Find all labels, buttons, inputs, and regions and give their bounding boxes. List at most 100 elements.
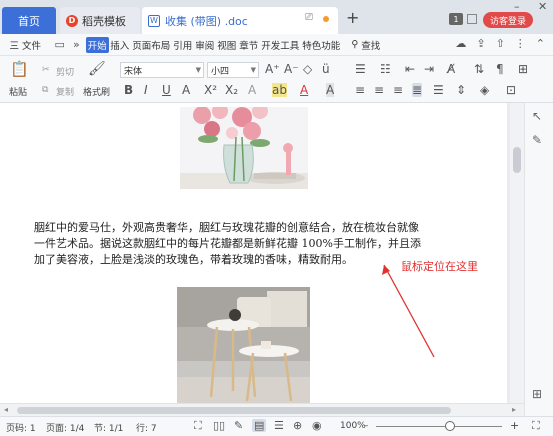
rose-vase-image[interactable] [180, 107, 308, 189]
tab-home[interactable]: 首页 [2, 7, 56, 34]
eye-protection-icon[interactable]: ◉ [312, 419, 322, 432]
borders-icon[interactable]: ⊡ [506, 83, 516, 97]
collapse-icon[interactable]: ⌃ [536, 37, 545, 50]
copy-icon[interactable]: ⧉ [42, 85, 48, 95]
distributed-align-icon[interactable]: ☰ [433, 83, 444, 97]
zoom-out-button[interactable]: – [364, 421, 369, 431]
superscript-icon[interactable]: X² [204, 83, 217, 97]
shading-icon[interactable]: ◈ [480, 83, 489, 97]
scroll-right-icon[interactable]: ▸ [512, 405, 516, 414]
new-tab-button[interactable]: + [346, 8, 359, 27]
write-mode-icon[interactable]: ✎ [234, 419, 243, 432]
horizontal-scroll-thumb[interactable] [17, 407, 451, 414]
zoom-slider-track[interactable] [376, 426, 502, 427]
menu-special[interactable]: 特色功能 [301, 38, 342, 52]
screen-icon[interactable]: ⎚ [305, 12, 313, 23]
paste-icon[interactable]: 📋 [10, 60, 29, 78]
highlight-icon[interactable]: ab [272, 83, 287, 97]
row-status[interactable]: 行: 7 [136, 421, 157, 434]
page-view-icon[interactable]: ▤ [252, 419, 267, 432]
format-painter-button[interactable]: 格式刷 [83, 85, 110, 98]
char-shading-icon[interactable]: A [326, 83, 335, 97]
fit-window-icon[interactable]: ⛶ [532, 419, 540, 433]
document-area[interactable]: 胭红中的爱马仕，外观高贵奢华，胭红与玫瑰花瓣的创意结合，放在梳妆台就像 一件艺术… [0, 103, 510, 403]
subscript-icon[interactable]: X₂ [225, 83, 238, 97]
window-count-badge[interactable]: 1 [449, 13, 463, 25]
format-painter-icon[interactable]: 🖌 [88, 61, 106, 77]
align-justify-icon[interactable]: ≣ [412, 83, 423, 97]
minimize-icon[interactable]: – [514, 0, 520, 13]
menu-view[interactable]: 视图 [216, 38, 238, 52]
pen-tool-icon[interactable]: ✎ [532, 133, 542, 147]
pages-status[interactable]: 页面: 1/4 [46, 421, 84, 434]
increase-indent-icon[interactable]: ⇥ [424, 62, 434, 76]
phonetic-icon[interactable]: ü [322, 62, 330, 76]
paragraph-line: 胭红中的爱马仕，外观高贵奢华，胭红与玫瑰花瓣的创意结合，放在梳妆台就像 [34, 221, 419, 234]
zoom-level[interactable]: 100% [340, 421, 366, 431]
text-effect-icon[interactable]: A [248, 83, 256, 97]
vertical-scrollbar[interactable] [510, 103, 524, 403]
tab-template[interactable]: D 稻壳模板 [60, 7, 140, 34]
font-size-select[interactable]: 小四 ▼ [207, 62, 259, 78]
underline-icon[interactable]: U [162, 83, 171, 97]
document-page[interactable]: 胭红中的爱马仕，外观高贵奢华，胭红与玫瑰花瓣的创意结合，放在梳妆台就像 一件艺术… [0, 103, 507, 403]
menu-review[interactable]: 审阅 [194, 38, 216, 52]
fullscreen-icon[interactable]: ⛶ [194, 419, 202, 433]
clear-format-icon[interactable]: ◇ [303, 62, 312, 76]
align-left-icon[interactable]: ≡ [355, 83, 365, 97]
zoom-in-button[interactable]: + [510, 419, 519, 432]
paste-button[interactable]: 粘贴 [9, 85, 27, 98]
share-icon[interactable]: ⇪ [476, 37, 485, 50]
page-number-status[interactable]: 页码: 1 [6, 421, 36, 434]
font-family-select[interactable]: 宋体 ▼ [120, 62, 204, 78]
search-icon[interactable]: ⚲ [350, 39, 360, 50]
bullet-list-icon[interactable]: ☰ [355, 62, 366, 76]
menu-insert[interactable]: 插入 [109, 38, 131, 52]
search-label[interactable]: 查找 [360, 38, 382, 52]
strikethrough-icon[interactable]: A [182, 83, 190, 97]
decrease-indent-icon[interactable]: ⇤ [405, 62, 415, 76]
read-mode-icon[interactable]: ▯▯ [213, 419, 225, 432]
login-button[interactable]: 访客登录 [483, 12, 533, 28]
web-view-icon[interactable]: ⊕ [293, 419, 302, 432]
open-folder-icon[interactable]: ▭ [55, 38, 65, 51]
menu-start[interactable]: 开始 [85, 36, 109, 53]
select-tool-icon[interactable]: ↖ [532, 109, 542, 123]
menu-reference[interactable]: 引用 [172, 38, 194, 52]
grow-font-icon[interactable]: A⁺ [265, 62, 280, 76]
section-status[interactable]: 节: 1/1 [94, 421, 123, 434]
menu-chapter[interactable]: 章节 [238, 38, 260, 52]
font-color-icon[interactable]: A [300, 83, 308, 97]
more-chevron-icon[interactable]: » [73, 38, 80, 51]
bold-icon[interactable]: B [124, 83, 133, 97]
cut-icon[interactable]: ✂ [42, 65, 50, 75]
zoom-slider-knob[interactable] [445, 421, 456, 431]
more-menu-icon[interactable]: ⋮ [515, 37, 526, 50]
upload-icon[interactable]: ⇧ [496, 37, 505, 50]
cut-button[interactable]: 剪切 [56, 65, 74, 78]
menu-page-layout[interactable]: 页面布局 [131, 38, 172, 52]
layout-grid-icon[interactable]: ⊞ [532, 387, 542, 401]
apps-grid-icon[interactable] [467, 14, 477, 24]
horizontal-scrollbar[interactable]: ◂ ▸ [0, 403, 524, 416]
sort-icon[interactable]: ⇅ [474, 62, 484, 76]
cloud-icon[interactable]: ☁ [455, 37, 466, 50]
menu-dev-tools[interactable]: 开发工具 [260, 38, 301, 52]
file-menu[interactable]: 三 文件 [8, 38, 43, 52]
italic-icon[interactable]: I [144, 83, 148, 97]
align-center-icon[interactable]: ≡ [374, 83, 384, 97]
outline-view-icon[interactable]: ☰ [274, 419, 284, 432]
side-tables-image[interactable] [177, 287, 310, 403]
numbered-list-icon[interactable]: ☷ [380, 62, 391, 76]
border-table-icon[interactable]: ⊞ [518, 62, 528, 76]
shrink-font-icon[interactable]: A⁻ [284, 62, 299, 76]
line-spacing-icon[interactable]: ⇕ [456, 83, 466, 97]
align-right-icon[interactable]: ≡ [393, 83, 403, 97]
chinese-layout-icon[interactable]: A̸ [447, 62, 455, 76]
close-icon[interactable]: ✕ [538, 0, 547, 13]
unsaved-dot-icon [323, 16, 329, 22]
scroll-left-icon[interactable]: ◂ [4, 405, 8, 414]
show-marks-icon[interactable]: ¶ [496, 62, 504, 76]
vertical-scroll-thumb[interactable] [513, 147, 521, 173]
copy-button[interactable]: 复制 [56, 85, 74, 98]
